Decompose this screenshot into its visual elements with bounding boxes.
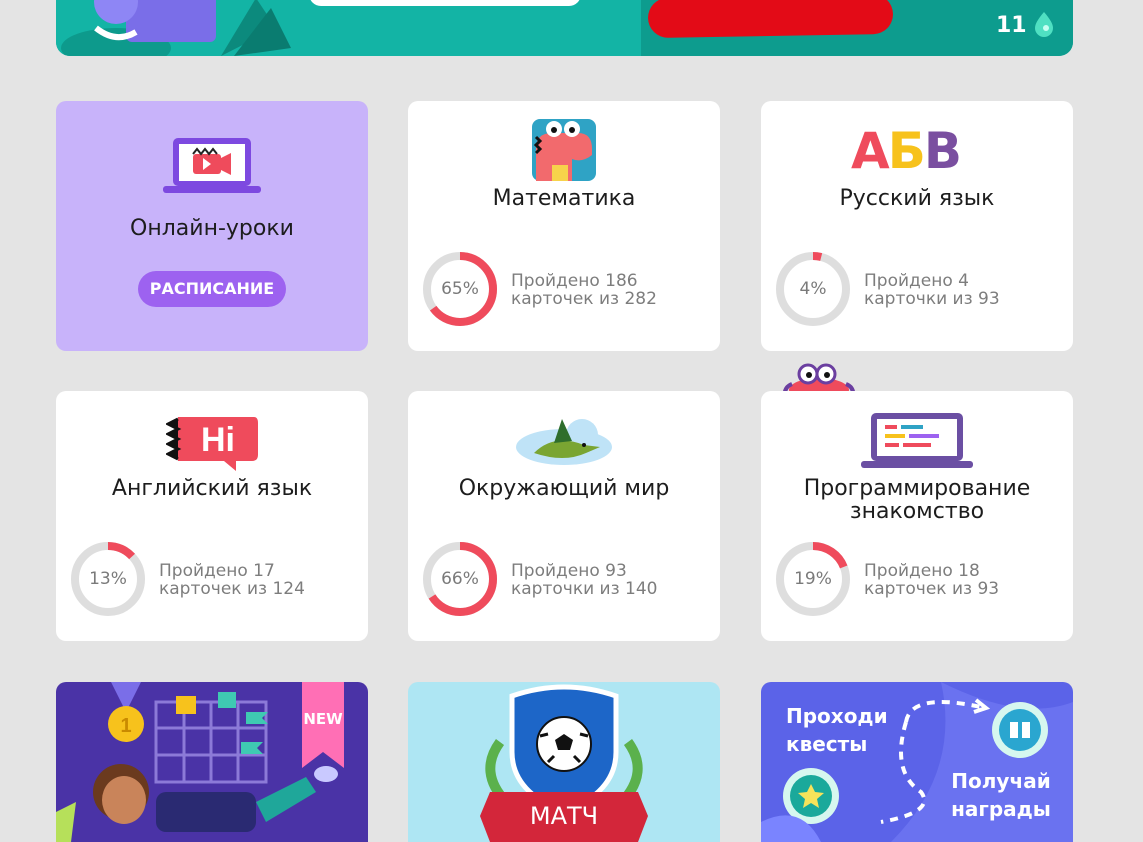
progress-block: 19% Пройдено 18 карточек из 93 — [775, 541, 1065, 617]
progress-percent: 13% — [89, 569, 127, 589]
progress-completed: Пройдено 17 — [159, 561, 275, 581]
letter-a: А — [851, 122, 890, 180]
card-russian[interactable]: АБВ Русский язык 4% Пройдено 4 карточки … — [761, 101, 1073, 351]
rewards-line2: награды — [951, 797, 1051, 821]
progress-total: карточек из 282 — [511, 289, 657, 309]
rewards-line1: Получай — [951, 769, 1051, 793]
progress-ring: 19% — [775, 541, 851, 617]
progress-total: карточек из 93 — [864, 579, 1000, 599]
laptop-video-icon — [163, 138, 261, 193]
search-input[interactable] — [309, 0, 581, 6]
abv-letters-icon: АБВ — [851, 122, 962, 180]
bird-cloud-icon — [516, 419, 612, 465]
rewards-text: Получай награды — [941, 767, 1061, 823]
progress-total: карточек из 124 — [159, 579, 305, 599]
top-banner: 11 — [56, 0, 1073, 56]
card-title: Математика — [492, 186, 636, 211]
promo-quests[interactable]: Проходи квесты Получай награды — [761, 682, 1073, 842]
progress-percent: 19% — [794, 569, 832, 589]
hi-speech-icon: Hi — [166, 417, 258, 471]
card-title-line2: знакомство — [849, 499, 985, 524]
card-title-line1: Программирование — [803, 476, 1031, 501]
mascot-illustration — [61, 0, 291, 56]
progress-block: 4% Пройдено 4 карточки из 93 — [775, 251, 1065, 327]
card-title: Английский язык — [111, 476, 313, 501]
promo-match[interactable]: МАТЧ — [408, 682, 720, 842]
progress-ring: 66% — [422, 541, 498, 617]
progress-text: Пройдено 17 карточек из 124 — [159, 562, 305, 598]
gem-count: 11 — [996, 13, 1027, 38]
match-label: МАТЧ — [529, 802, 599, 830]
letter-v: В — [923, 122, 962, 180]
progress-total: карточки из 140 — [511, 579, 658, 599]
progress-text: Пройдено 18 карточек из 93 — [864, 562, 999, 598]
letter-b: Б — [887, 122, 926, 180]
card-programming[interactable]: Программирование знакомство 19% Пройдено… — [761, 391, 1073, 641]
card-title: Окружающий мир — [458, 476, 670, 501]
progress-ring: 4% — [775, 251, 851, 327]
redacted-username — [647, 0, 894, 39]
progress-block: 66% Пройдено 93 карточки из 140 — [422, 541, 712, 617]
progress-completed: Пройдено 93 — [511, 561, 627, 581]
card-title: Онлайн-уроки — [130, 216, 294, 241]
progress-text: Пройдено 4 карточки из 93 — [864, 272, 1000, 308]
progress-total: карточки из 93 — [864, 289, 1000, 309]
progress-completed: Пройдено 18 — [864, 561, 980, 581]
quests-text: Проходи квесты — [786, 702, 888, 758]
laptop-code-icon — [861, 413, 973, 468]
progress-percent: 65% — [441, 279, 479, 299]
card-online-lessons[interactable]: Онлайн-уроки РАСПИСАНИЕ — [56, 101, 368, 351]
quests-line2: квесты — [786, 732, 868, 756]
banner-left — [56, 0, 641, 56]
progress-completed: Пройдено 4 — [864, 271, 969, 291]
card-math[interactable]: Математика 65% Пройдено 186 карточек из … — [408, 101, 720, 351]
progress-block: 65% Пройдено 186 карточек из 282 — [422, 251, 712, 327]
progress-ring: 65% — [422, 251, 498, 327]
progress-ring: 13% — [70, 541, 146, 617]
progress-completed: Пройдено 186 — [511, 271, 638, 291]
quests-line1: Проходи — [786, 704, 888, 728]
progress-text: Пройдено 186 карточек из 282 — [511, 272, 657, 308]
card-english[interactable]: Hi Английский язык 13% Пройдено 17 карто… — [56, 391, 368, 641]
progress-text: Пройдено 93 карточки из 140 — [511, 562, 657, 598]
schedule-button[interactable]: РАСПИСАНИЕ — [138, 271, 286, 307]
dino-math-icon — [532, 119, 596, 181]
medal-number: 1 — [120, 715, 131, 737]
card-world[interactable]: Окружающий мир 66% Пройдено 93 карточки … — [408, 391, 720, 641]
promo-olympiad[interactable]: 1 NEW — [56, 682, 368, 842]
progress-percent: 66% — [441, 569, 479, 589]
hi-text: Hi — [201, 421, 235, 459]
new-badge: NEW — [303, 710, 343, 728]
progress-percent: 4% — [799, 279, 827, 299]
gem-icon — [1035, 12, 1053, 37]
card-title: Русский язык — [839, 186, 995, 211]
progress-block: 13% Пройдено 17 карточек из 124 — [70, 541, 360, 617]
